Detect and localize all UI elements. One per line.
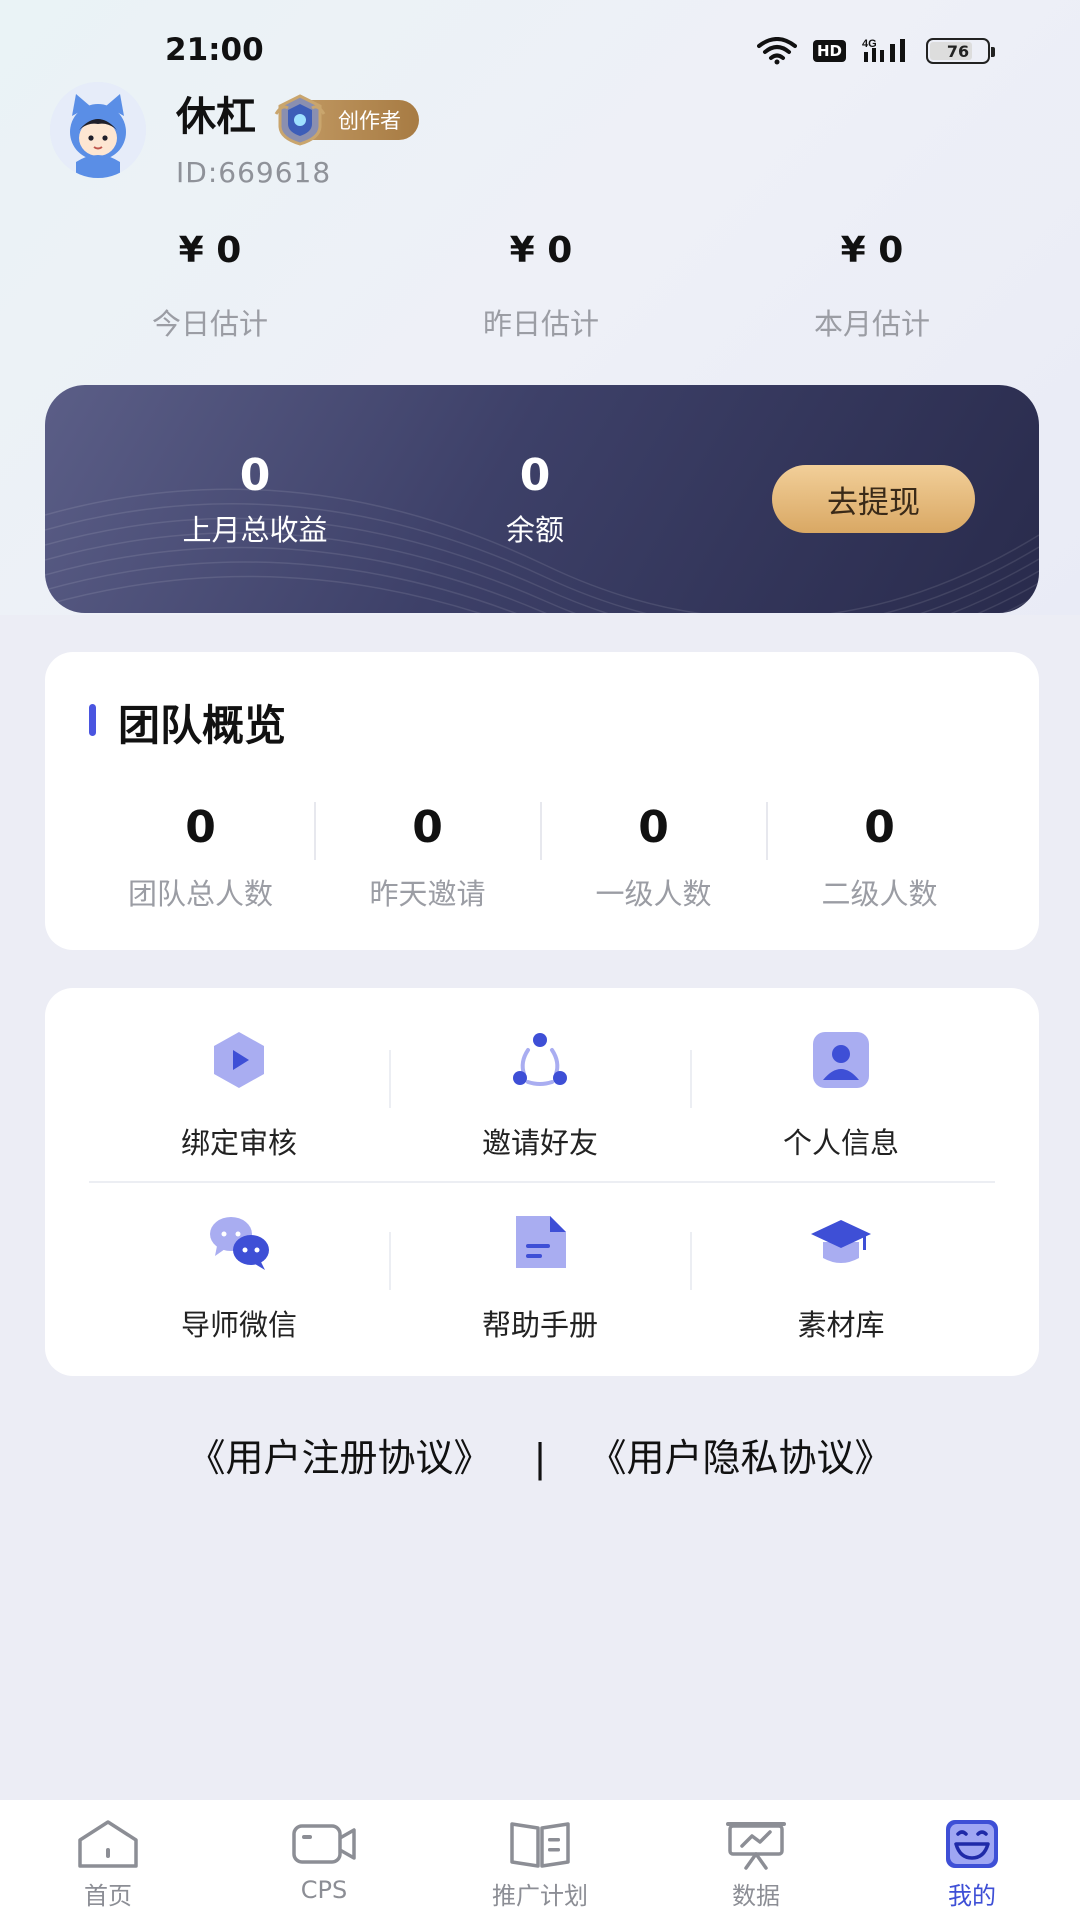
estimate-value: ¥ 0 bbox=[178, 230, 242, 271]
agreements-row: 《用户注册协议》 | 《用户隐私协议》 bbox=[0, 1427, 1080, 1482]
play-hexagon-icon bbox=[214, 1032, 264, 1088]
estimate-label: 今日估计 bbox=[151, 307, 268, 341]
username: 休杠 bbox=[176, 94, 256, 140]
graduation-cap-icon bbox=[811, 1220, 871, 1263]
team-stat-label: 团队总人数 bbox=[127, 877, 273, 911]
wifi-icon bbox=[756, 37, 797, 65]
presentation-chart-icon bbox=[726, 1822, 786, 1870]
tool-label: 邀请好友 bbox=[481, 1126, 598, 1160]
home-icon bbox=[78, 1820, 138, 1868]
nav-item-cps[interactable]: CPS bbox=[216, 1800, 432, 1920]
last-month-label: 上月总收益 bbox=[182, 513, 328, 547]
tool-label: 导师微信 bbox=[180, 1308, 297, 1342]
last-month-value: 0 bbox=[239, 450, 271, 501]
estimate-today: ¥ 0 今日估计 bbox=[100, 230, 320, 343]
nav-item-home[interactable]: 首页 bbox=[0, 1800, 216, 1920]
book-icon bbox=[510, 1822, 570, 1868]
cellular-signal-icon: 4G bbox=[862, 38, 905, 62]
team-stat-value: 0 bbox=[864, 802, 895, 853]
team-stat-label: 一级人数 bbox=[595, 877, 712, 911]
balance: 0 余额 bbox=[435, 450, 635, 549]
earnings-card: 0 上月总收益 0 余额 去提现 bbox=[45, 385, 1039, 613]
status-time: 21:00 bbox=[165, 32, 264, 68]
nav-label: CPS bbox=[300, 1876, 348, 1904]
withdraw-button[interactable]: 去提现 bbox=[772, 465, 975, 533]
creator-badge: 创作者 bbox=[272, 92, 419, 148]
estimate-month: ¥ 0 本月估计 bbox=[762, 230, 982, 343]
estimate-label: 昨日估计 bbox=[482, 307, 599, 341]
smiley-face-icon bbox=[946, 1820, 998, 1868]
team-stat-total[interactable]: 0 团队总人数 bbox=[88, 802, 313, 913]
register-agreement-link[interactable]: 《用户注册协议》 bbox=[187, 1427, 491, 1482]
team-stat-value: 0 bbox=[185, 802, 216, 853]
estimate-yesterday: ¥ 0 昨日估计 bbox=[431, 230, 651, 343]
section-accent-bar bbox=[89, 704, 96, 736]
balance-label: 余额 bbox=[505, 513, 564, 547]
team-stat-level2[interactable]: 0 二级人数 bbox=[767, 802, 992, 913]
team-stat-level1[interactable]: 0 一级人数 bbox=[541, 802, 766, 913]
wechat-icon bbox=[210, 1217, 269, 1270]
team-title: 团队概览 bbox=[118, 701, 287, 750]
team-stat-value: 0 bbox=[412, 802, 443, 853]
battery-icon: 76 bbox=[926, 38, 995, 64]
tool-mentor-wechat[interactable]: 导师微信 bbox=[89, 1210, 389, 1344]
hd-badge: HD bbox=[812, 40, 846, 62]
bottom-nav: 首页 CPS 推广计划 数据 我的 bbox=[0, 1800, 1080, 1920]
nav-label: 首页 bbox=[84, 1882, 132, 1910]
estimates-row: ¥ 0 今日估计 ¥ 0 昨日估计 ¥ 0 本月估计 bbox=[0, 230, 1080, 350]
team-overview-card: 团队概览 0 团队总人数 0 昨天邀请 0 一级人数 0 二级人数 bbox=[45, 652, 1039, 950]
balance-value: 0 bbox=[519, 450, 551, 501]
divider bbox=[89, 1181, 995, 1183]
share-nodes-icon bbox=[513, 1033, 567, 1086]
status-icons: HD 4G 76 bbox=[756, 36, 995, 66]
video-camera-icon bbox=[292, 1824, 356, 1864]
tool-help-manual[interactable]: 帮助手册 bbox=[390, 1210, 690, 1344]
tool-label: 素材库 bbox=[797, 1308, 885, 1342]
team-stat-invited-yesterday[interactable]: 0 昨天邀请 bbox=[315, 802, 540, 913]
estimate-label: 本月估计 bbox=[813, 307, 930, 341]
person-card-icon bbox=[813, 1032, 869, 1088]
nav-label: 我的 bbox=[948, 1882, 996, 1910]
separator: | bbox=[533, 1436, 547, 1480]
medal-icon bbox=[274, 94, 326, 146]
nav-item-mine[interactable]: 我的 bbox=[864, 1800, 1080, 1920]
tool-bind-review[interactable]: 绑定审核 bbox=[89, 1028, 389, 1162]
team-stat-label: 昨天邀请 bbox=[369, 877, 486, 911]
avatar[interactable] bbox=[50, 82, 146, 178]
team-stat-value: 0 bbox=[638, 802, 669, 853]
nav-label: 推广计划 bbox=[492, 1882, 588, 1910]
document-icon bbox=[516, 1216, 566, 1268]
team-stat-label: 二级人数 bbox=[821, 877, 938, 911]
tool-invite-friends[interactable]: 邀请好友 bbox=[390, 1028, 690, 1162]
status-bar: 21:00 HD 4G 76 bbox=[0, 0, 1080, 100]
nav-item-promotion[interactable]: 推广计划 bbox=[432, 1800, 648, 1920]
tool-label: 个人信息 bbox=[782, 1126, 899, 1160]
privacy-agreement-link[interactable]: 《用户隐私协议》 bbox=[589, 1427, 893, 1482]
tools-card: 绑定审核 邀请好友 个人信息 导师微信 帮助手册 素材库 bbox=[45, 988, 1039, 1376]
user-id: ID:669618 bbox=[176, 156, 332, 189]
tool-label: 绑定审核 bbox=[180, 1126, 297, 1160]
tool-material-library[interactable]: 素材库 bbox=[691, 1210, 991, 1344]
estimate-value: ¥ 0 bbox=[509, 230, 573, 271]
last-month-earnings: 0 上月总收益 bbox=[105, 450, 405, 549]
nav-item-data[interactable]: 数据 bbox=[648, 1800, 864, 1920]
tool-personal-info[interactable]: 个人信息 bbox=[691, 1028, 991, 1162]
tool-label: 帮助手册 bbox=[481, 1308, 598, 1342]
nav-label: 数据 bbox=[732, 1882, 780, 1910]
estimate-value: ¥ 0 bbox=[840, 230, 904, 271]
